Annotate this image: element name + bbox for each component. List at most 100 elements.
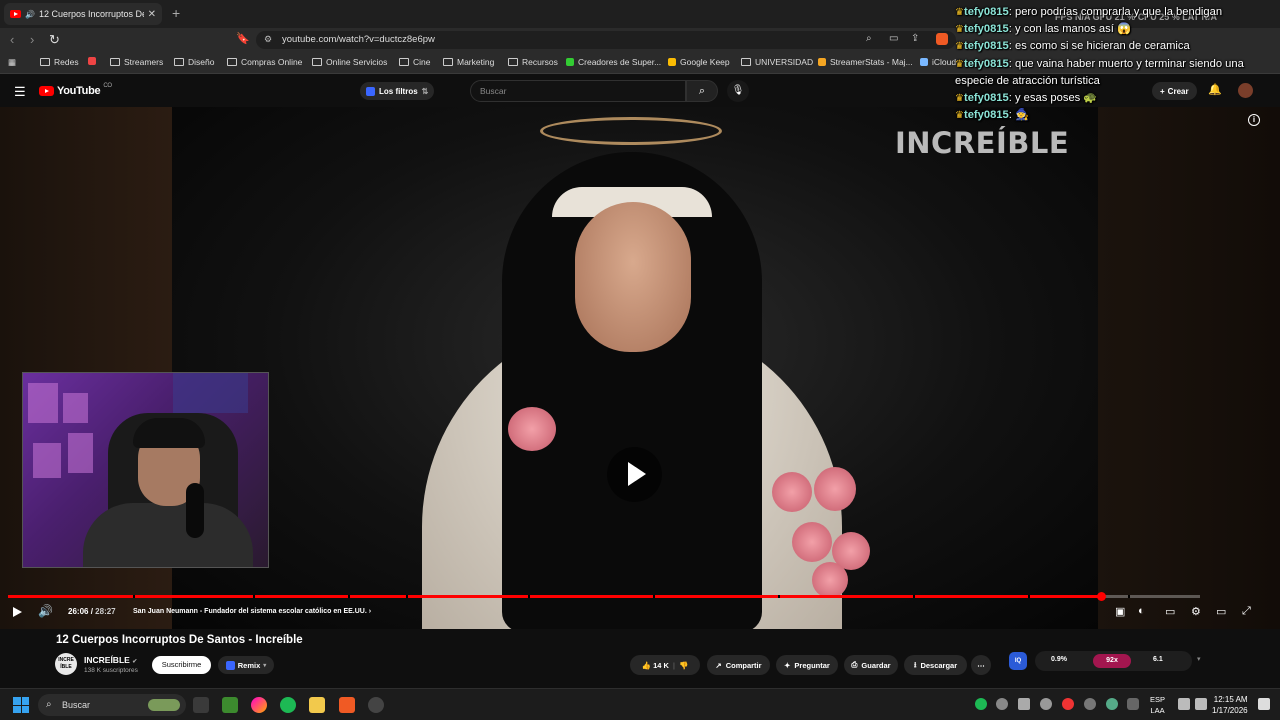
stats-badge[interactable]: IQ [1009,652,1027,670]
tray-app-icon[interactable] [1018,698,1030,710]
ambient-glow-right [1098,107,1280,629]
clock[interactable]: 12:15 AM 1/17/2026 [1212,694,1248,716]
rose-icon [792,522,832,562]
photos-icon[interactable] [251,697,267,713]
iq-extension-icon[interactable]: ▣ [1115,605,1125,618]
browser-tab[interactable]: 🔊 12 Cuerpos Incorruptos De Santos ✕ [4,3,162,25]
save-button[interactable]: ⎙ Guardar [844,655,898,675]
reload-icon[interactable]: ↻ [49,32,60,48]
center-play-button[interactable] [607,447,662,502]
channel-name[interactable]: INCREÍBLE ✔ [84,655,137,665]
download-button[interactable]: ⭳ Descargar [904,655,967,675]
brave-shield-icon[interactable] [936,33,948,45]
sliders-icon: ⇅ [421,86,429,96]
bookmark-google-keep[interactable]: Google Keep [668,57,730,67]
folder-icon [741,58,751,66]
youtube-logo[interactable]: YouTube CO [39,83,112,97]
obs-icon[interactable] [368,697,384,713]
spotify-icon[interactable] [280,697,296,713]
bookmark-cine[interactable]: Cine [399,57,430,67]
more-actions-button[interactable]: ⋯ [971,655,991,675]
bookmark-recursos[interactable]: Recursos [508,57,558,67]
forward-icon[interactable]: › [30,32,34,47]
tray-app-icon[interactable] [1062,698,1074,710]
share-page-icon[interactable]: ⇪ [911,33,919,44]
progress-bar[interactable] [8,592,1200,601]
tray-app-icon[interactable] [1127,698,1139,710]
bookmark-diseno[interactable]: Diseño [174,57,214,67]
bookmark-compras-online[interactable]: Compras Online [227,57,302,67]
bookmark-streamerstats[interactable]: StreamerStats - Maj... [818,57,913,67]
remix-button[interactable]: Remix ▾ [218,656,274,674]
folder-icon [227,58,237,66]
subscriber-count: 138 K suscriptores [84,667,138,674]
autoplay-toggle-icon[interactable]: ◐ [1138,605,1145,617]
tab-close-icon[interactable]: ✕ [148,9,156,20]
fullscreen-icon[interactable]: ⤢ [1242,605,1251,618]
back-icon[interactable]: ‹ [10,32,14,47]
tray-app-icon[interactable] [996,698,1008,710]
site-info-icon[interactable]: ⚙ [264,34,272,45]
tray-app-icon[interactable] [1084,698,1096,710]
share-button[interactable]: ↗ Compartir [707,655,770,675]
settings-gear-icon[interactable]: ⚙ [1191,605,1201,618]
chevron-down-icon[interactable]: ▾ [1197,655,1201,663]
network-icon[interactable] [1178,698,1190,710]
new-tab-button[interactable]: + [172,5,180,21]
folder-icon [110,58,120,66]
chapter-divider [913,595,915,598]
rose-icon [772,472,812,512]
search-input[interactable]: Buscar [470,80,686,102]
cast-icon[interactable]: ▭ [889,33,898,44]
play-icon[interactable] [13,607,22,617]
apps-grid-icon[interactable]: ▦ [8,57,16,68]
subtitles-icon[interactable]: ▭ [1165,605,1175,618]
url-input[interactable]: youtube.com/watch?v=ductcz8e6pw [256,31,956,49]
voice-search-button[interactable]: 🎙 [727,80,749,102]
chat-message: ♛tefy0815: pero podrías comprarla y que … [955,6,1223,18]
progress-fill [8,595,1102,598]
notifications-icon[interactable] [1258,698,1270,710]
taskbar-search-input[interactable]: ⌕ Buscar [38,694,186,716]
stat-value-c: 6.1 [1153,656,1163,663]
filters-button[interactable]: Los filtros ⇅ [360,82,435,100]
subscribe-button[interactable]: Suscribirme [152,656,211,674]
volume-icon[interactable]: 🔊 [38,604,53,618]
bookmark-marketing[interactable]: Marketing [443,57,494,67]
chapter-title[interactable]: San Juan Neumann - Fundador del sistema … [133,608,371,615]
zoom-icon[interactable]: ⌕ [866,33,872,44]
windows-start-icon[interactable] [13,697,29,713]
crown-icon: ♛ [955,93,964,105]
tray-app-icon[interactable] [1106,698,1118,710]
bookmark-online-servicios[interactable]: Online Servicios [312,57,387,67]
minecraft-icon[interactable] [222,697,238,713]
theater-mode-icon[interactable]: ▭ [1216,605,1226,618]
keyboard-language[interactable]: ESP LAA [1150,694,1165,716]
spotify-tray-icon[interactable] [975,698,987,710]
brave-browser-icon[interactable] [339,697,355,713]
speaker-icon[interactable]: 🔊 [25,10,35,19]
video-frame[interactable] [172,107,1098,629]
volume-tray-icon[interactable] [1195,698,1207,710]
menu-icon[interactable]: ☰ [14,84,26,100]
chat-message: ♛tefy0815: 🧙 [955,109,1029,122]
bookmark-streamers[interactable]: Streamers [110,57,163,67]
video-player[interactable] [0,107,1280,629]
tray-app-icon[interactable] [1040,698,1052,710]
dislike-button[interactable]: 👎 [679,661,688,670]
bookmark-redes[interactable]: Redes [40,57,79,67]
channel-avatar[interactable]: INCRE ÍBLE [55,653,77,675]
stat-value-b: 92x [1093,654,1131,668]
scrubber-handle[interactable] [1097,592,1107,601]
file-explorer-icon[interactable] [309,697,325,713]
streamer-webcam-overlay [22,372,269,568]
bookmark-icloud[interactable]: iCloud [920,57,956,67]
bookmark-creadores[interactable]: Creadores de Super... [566,57,661,67]
ask-button[interactable]: ✦ Preguntar [776,655,838,675]
search-button[interactable]: ⌕ [686,80,718,102]
bookmark-universidad[interactable]: UNIVERSIDAD [741,57,813,67]
bookmark-icon[interactable]: 🔖 [236,32,250,45]
task-view-icon[interactable] [193,697,209,713]
gmail-icon[interactable] [88,57,96,65]
like-button[interactable]: 👍 14 K [642,661,669,670]
